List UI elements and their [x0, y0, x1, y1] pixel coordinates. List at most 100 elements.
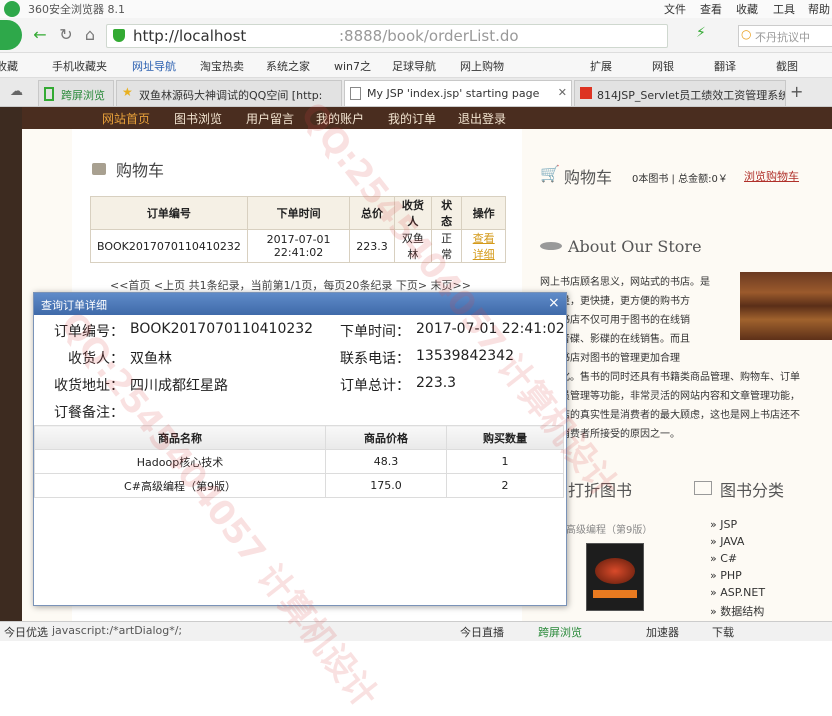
- time-value: 2017-07-01 22:41:02: [416, 321, 565, 337]
- pager[interactable]: <<首页 <上页 共1条纪录，当前第1/1页，每页20条纪录 下页> 末页>>: [110, 277, 471, 293]
- back-arrow-icon[interactable]: ←: [30, 25, 50, 45]
- item-qty: 1: [446, 449, 564, 474]
- item-name: Hadoop核心技术: [34, 449, 326, 474]
- note-label: 订餐备注：: [54, 405, 124, 421]
- col-status: 状态: [430, 196, 463, 230]
- order-total: 223.3: [349, 229, 395, 263]
- search-box[interactable]: ○ 不丹抗议中: [738, 25, 832, 47]
- status-url: javascript:/*artDialog*/;: [52, 624, 183, 637]
- category-php[interactable]: » PHP: [710, 569, 742, 582]
- bookmark-football[interactable]: 足球导航: [392, 58, 436, 74]
- new-tab-icon[interactable]: +: [790, 82, 803, 101]
- browser-big-logo-icon: [0, 20, 22, 50]
- phone-label: 联系电话：: [340, 351, 410, 367]
- category-jsp[interactable]: » JSP: [710, 518, 737, 531]
- cart-icon: 🛒: [540, 164, 560, 183]
- address-value: 四川成都红星路: [130, 378, 228, 394]
- status-daily-picks[interactable]: 今日优选: [4, 624, 48, 640]
- menu-view[interactable]: 查看: [700, 1, 722, 17]
- dialog-title: 查询订单详细: [41, 299, 107, 312]
- orders-table: 订单编号 下单时间 总价 收货人 状态 操作 BOOK2017070110410…: [90, 196, 506, 263]
- cloud-icon[interactable]: ☁: [10, 84, 23, 99]
- extensions-button[interactable]: 扩展: [590, 58, 612, 74]
- translate-button[interactable]: 翻译: [714, 58, 736, 74]
- category-aspnet[interactable]: » ASP.NET: [710, 586, 765, 599]
- address-label: 收货地址：: [54, 378, 124, 394]
- screenshot-button[interactable]: 截图: [776, 58, 798, 74]
- bookmark-mobile[interactable]: 手机收藏夹: [52, 58, 107, 74]
- tab-cross-screen[interactable]: 跨屏浏览: [38, 80, 114, 106]
- menu-tools[interactable]: 工具: [773, 1, 795, 17]
- tab-close-icon[interactable]: ✕: [558, 86, 567, 99]
- book-cover-image[interactable]: [586, 543, 644, 611]
- url-host: http://localhost: [133, 27, 247, 45]
- tab-employee-system[interactable]: 814JSP_Servlet员工绩效工资管理系统: [574, 80, 786, 106]
- nav-home[interactable]: 网站首页: [102, 110, 150, 127]
- col-item-price: 商品价格: [325, 425, 447, 450]
- order-status: 正常: [430, 229, 463, 263]
- status-live[interactable]: 今日直播: [460, 624, 504, 640]
- secure-shield-icon: [113, 29, 125, 42]
- ebank-button[interactable]: 网银: [652, 58, 674, 74]
- about-line: 上书店的真实性是消费者的最大顾虑，这也是网上书店还不: [540, 410, 800, 421]
- view-detail-link[interactable]: 查看详细: [473, 232, 495, 261]
- about-line: 也有音碟、影碟的在线销售。而且: [540, 334, 690, 345]
- nav-orders[interactable]: 我的订单: [388, 110, 436, 127]
- bookmark-xitong[interactable]: 系统之家: [266, 58, 310, 74]
- bookmark-shopping[interactable]: 网上购物: [460, 58, 504, 74]
- item-qty: 2: [446, 473, 564, 498]
- search-icon: ○: [741, 27, 752, 41]
- status-accelerator[interactable]: 加速器: [646, 624, 679, 640]
- tab-label: My JSP 'index.jsp' starting page: [367, 87, 540, 100]
- cart-summary: 0本图书 | 总金额:0￥: [632, 174, 728, 185]
- table-row: BOOK2017070110410232 2017-07-01 22:41:02…: [90, 229, 506, 263]
- receiver-label: 收货人：: [68, 351, 124, 367]
- menu-favorites[interactable]: 收藏: [736, 1, 758, 17]
- about-text: 网上书店顾名思义，网站式的书店。是 高质量，更快捷，更方便的购书方 网上书店不仅…: [540, 273, 830, 444]
- bookmark-win7[interactable]: win7之: [334, 58, 371, 74]
- nav-logout[interactable]: 退出登录: [458, 110, 506, 127]
- status-bar: 今日优选 javascript:/*artDialog*/; 今日直播 跨屏浏览…: [0, 621, 832, 641]
- star-icon: ★: [122, 85, 133, 99]
- book-caption[interactable]: 高级编程（第9版）: [566, 521, 652, 536]
- bookmark-bar: 收藏 手机收藏夹 网址导航 淘宝热卖 系统之家 win7之 足球导航 网上购物 …: [0, 53, 832, 78]
- nav-account[interactable]: 我的账户: [316, 110, 364, 127]
- about-line: 高质量，更快捷，更方便的购书方: [540, 296, 690, 307]
- bookmark-favorites[interactable]: 收藏: [0, 58, 18, 74]
- category-data-structure[interactable]: » 数据结构: [710, 603, 764, 619]
- tab-index-jsp[interactable]: My JSP 'index.jsp' starting page ✕: [344, 80, 572, 106]
- nav-messages[interactable]: 用户留言: [246, 110, 294, 127]
- about-line: 、会员管理等功能，非常灵活的网站内容和文章管理功能，: [540, 391, 800, 402]
- right-cart-heading: 购物车: [564, 168, 613, 187]
- bookmark-nav[interactable]: 网址导航: [132, 58, 176, 74]
- phone-icon: [44, 87, 54, 101]
- col-action: 操作: [461, 196, 506, 230]
- browser-logo-icon: [4, 1, 20, 17]
- category-csharp[interactable]: » C#: [710, 552, 737, 565]
- dialog-close-icon[interactable]: ×: [548, 295, 560, 311]
- item-price: 48.3: [325, 449, 447, 474]
- tab-label: 双鱼林源码大神调试的QQ空间 [http:: [139, 89, 323, 102]
- receiver-value: 双鱼林: [130, 351, 172, 367]
- menu-help[interactable]: 帮助: [808, 1, 830, 17]
- bookmark-taobao[interactable]: 淘宝热卖: [200, 58, 244, 74]
- order-no-label: 订单编号：: [54, 324, 124, 340]
- cart-heading: 购物车: [116, 161, 165, 180]
- category-java[interactable]: » JAVA: [710, 535, 744, 548]
- site-icon: [580, 87, 592, 99]
- browse-cart-link[interactable]: 浏览购物车: [744, 168, 799, 184]
- about-line: 多数消费者所接受的原因之一。: [540, 429, 680, 440]
- lightning-icon[interactable]: ⚡: [696, 25, 706, 41]
- home-icon[interactable]: ⌂: [80, 25, 100, 45]
- col-item-qty: 购买数量: [446, 425, 564, 450]
- nav-books[interactable]: 图书浏览: [174, 110, 222, 127]
- status-cross-screen[interactable]: 跨屏浏览: [538, 624, 582, 640]
- item-name: C#高级编程（第9版）: [34, 473, 326, 498]
- refresh-icon[interactable]: ↻: [56, 25, 76, 45]
- status-download[interactable]: 下载: [712, 624, 734, 640]
- item-price: 175.0: [325, 473, 447, 498]
- url-bar[interactable]: http://localhost :8888/book/orderList.do: [106, 24, 668, 48]
- dialog-header[interactable]: 查询订单详细 ×: [34, 293, 566, 315]
- menu-file[interactable]: 文件: [664, 1, 686, 17]
- tab-qq-space[interactable]: ★ 双鱼林源码大神调试的QQ空间 [http:: [116, 80, 342, 106]
